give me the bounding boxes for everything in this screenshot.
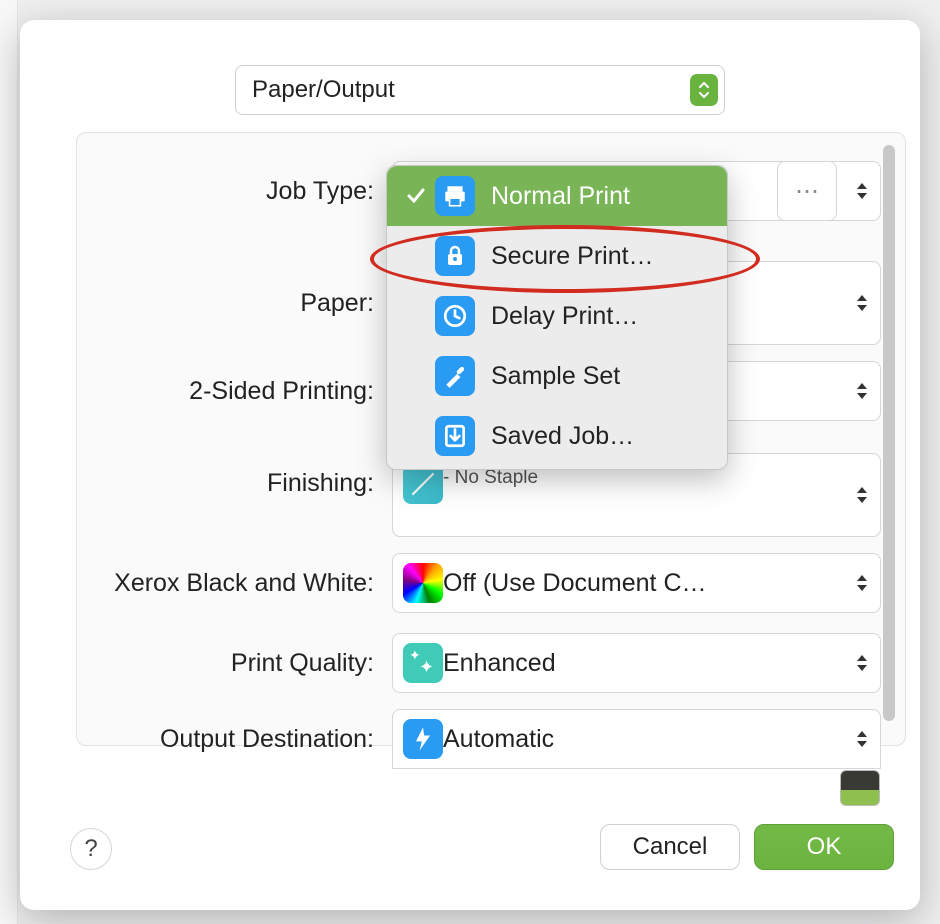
- stepper-icon: [854, 291, 870, 315]
- lock-icon: [435, 236, 475, 276]
- stepper-icon: [854, 571, 870, 595]
- menu-item-label: Secure Print…: [491, 242, 654, 271]
- no-staple-icon: [403, 464, 443, 504]
- menu-item-normal-print[interactable]: Normal Print: [387, 166, 727, 226]
- menu-item-secure-print[interactable]: Secure Print…: [387, 226, 727, 286]
- section-select-stepper-icon: [690, 74, 718, 106]
- menu-item-label: Sample Set: [491, 362, 620, 391]
- job-type-menu: Normal Print Secure Print… Delay Print… …: [386, 165, 728, 470]
- label-print-quality: Print Quality:: [77, 649, 392, 678]
- menu-item-label: Normal Print: [491, 182, 630, 211]
- row-print-quality: Print Quality: Enhanced: [77, 633, 881, 693]
- select-black-white[interactable]: Off (Use Document C…: [392, 553, 881, 613]
- help-button[interactable]: ?: [70, 828, 112, 870]
- clock-icon: [435, 296, 475, 336]
- background-strip: [0, 0, 18, 924]
- select-output-destination-value: Automatic: [443, 725, 554, 754]
- print-options-dialog: Paper/Output Job Type: ⋯ Paper: 2-Sided …: [20, 20, 920, 910]
- label-job-type: Job Type:: [77, 177, 392, 206]
- scrollbar[interactable]: [883, 145, 895, 733]
- label-paper: Paper:: [77, 289, 392, 318]
- job-type-extra-button[interactable]: ⋯: [777, 161, 837, 221]
- color-wheel-icon: [403, 563, 443, 603]
- stepper-icon: [854, 727, 870, 751]
- lightning-icon: [403, 719, 443, 759]
- select-print-quality-value: Enhanced: [443, 649, 556, 678]
- label-finishing: Finishing:: [77, 453, 392, 498]
- menu-item-label: Saved Job…: [491, 422, 634, 451]
- eyedropper-icon: [435, 356, 475, 396]
- color-swatch[interactable]: [840, 770, 880, 806]
- sparkle-icon: [403, 643, 443, 683]
- stepper-icon: [854, 483, 870, 507]
- label-2sided: 2-Sided Printing:: [77, 377, 392, 406]
- printer-icon: [435, 176, 475, 216]
- select-print-quality[interactable]: Enhanced: [392, 633, 881, 693]
- ok-button-label: OK: [807, 833, 842, 861]
- select-black-white-value: Off (Use Document C…: [443, 569, 707, 598]
- label-black-white: Xerox Black and White:: [77, 569, 392, 598]
- download-icon: [435, 416, 475, 456]
- checkmark-icon: [403, 186, 429, 206]
- cancel-button-label: Cancel: [633, 833, 708, 861]
- stepper-icon: [854, 179, 870, 203]
- section-select[interactable]: Paper/Output: [235, 65, 725, 115]
- row-black-white: Xerox Black and White: Off (Use Document…: [77, 553, 881, 613]
- menu-item-saved-job[interactable]: Saved Job…: [387, 406, 727, 466]
- row-output-destination: Output Destination: Automatic: [77, 709, 881, 769]
- stepper-icon: [854, 379, 870, 403]
- menu-item-label: Delay Print…: [491, 302, 638, 331]
- section-select-label: Paper/Output: [252, 76, 395, 104]
- label-output-destination: Output Destination:: [77, 725, 392, 754]
- cancel-button[interactable]: Cancel: [600, 824, 740, 870]
- stepper-icon: [854, 651, 870, 675]
- help-icon: ?: [84, 835, 97, 863]
- menu-item-delay-print[interactable]: Delay Print…: [387, 286, 727, 346]
- select-output-destination[interactable]: Automatic: [392, 709, 881, 769]
- ok-button[interactable]: OK: [754, 824, 894, 870]
- scrollbar-thumb[interactable]: [883, 145, 895, 721]
- ellipsis-icon: ⋯: [795, 177, 819, 206]
- menu-item-sample-set[interactable]: Sample Set: [387, 346, 727, 406]
